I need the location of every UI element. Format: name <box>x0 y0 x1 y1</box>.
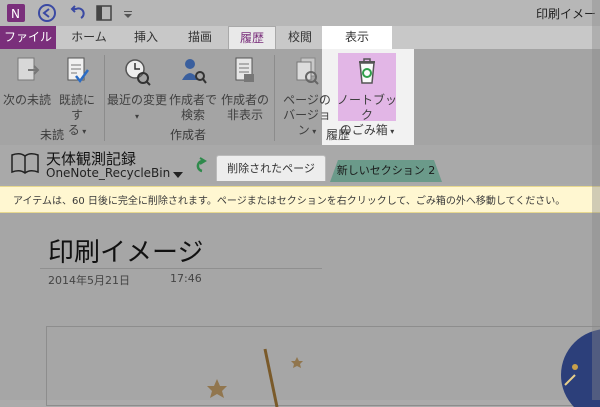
quick-access-dropdown-icon[interactable] <box>123 4 133 23</box>
page-versions-label-2: バージョン <box>283 108 331 137</box>
group-separator <box>274 55 275 141</box>
recent-changes-button[interactable]: 最近の変更 ▾ <box>106 56 168 124</box>
section-tab-deleted-pages[interactable]: 削除されたページ <box>216 155 326 181</box>
mark-as-read-label-1: 既読にす <box>58 93 95 122</box>
onenote-logo-icon: N <box>6 3 26 27</box>
hide-authors-button[interactable]: 作成者の 非表示 <box>218 56 272 123</box>
next-unread-button[interactable]: 次の未読 <box>2 56 52 108</box>
page-date: 2014年5月21日 <box>48 274 130 287</box>
next-unread-icon <box>2 56 52 90</box>
tab-insert[interactable]: 挿入 <box>120 26 172 49</box>
page-versions-icon <box>278 56 336 90</box>
embedded-image[interactable] <box>46 326 600 407</box>
group-unread-label: 未読 <box>40 128 65 142</box>
notebook-recycle-label-1: ノートブック <box>336 93 397 122</box>
group-author-label: 作成者 <box>170 128 207 142</box>
ribbon-tabs: ファイル ホーム 挿入 描画 履歴 校閲 表示 <box>0 26 600 49</box>
mark-as-read-icon <box>54 56 100 90</box>
title-divider <box>40 268 322 269</box>
section-tab-new-section-2[interactable]: 新しいセクション 2 <box>330 160 442 182</box>
page-title[interactable]: 印刷イメージ <box>48 232 203 269</box>
tab-review[interactable]: 校閲 <box>278 26 322 49</box>
next-unread-label: 次の未読 <box>2 93 51 107</box>
svg-text:N: N <box>11 7 20 21</box>
undo-icon[interactable] <box>66 3 86 27</box>
page-time: 17:46 <box>170 272 202 285</box>
tab-home[interactable]: ホーム <box>60 26 118 49</box>
window-edge <box>592 0 600 400</box>
notebook-book-icon <box>10 150 40 180</box>
dock-icon[interactable] <box>95 3 113 27</box>
find-by-author-label-1: 作成者で <box>168 93 217 107</box>
find-by-author-button[interactable]: 作成者で 検索 <box>168 56 218 123</box>
hide-authors-label-1: 作成者の <box>220 93 269 107</box>
illustration-star-large <box>207 379 227 398</box>
notebook-location: OneNote_RecycleBin <box>46 166 171 180</box>
info-bar-message: アイテムは、60 日後に完全に削除されます。ページまたはセクションを右クリックし… <box>13 196 566 207</box>
hide-authors-label-2: 非表示 <box>226 108 263 122</box>
find-by-author-icon <box>168 56 218 90</box>
tab-draw[interactable]: 描画 <box>174 26 226 49</box>
title-bar: N 印刷イメー <box>0 0 600 26</box>
recent-changes-icon <box>106 56 168 90</box>
recent-changes-label: 最近の変更 <box>106 93 167 107</box>
illustration-wand <box>263 348 279 407</box>
back-icon[interactable] <box>37 3 57 27</box>
group-separator <box>104 55 105 141</box>
group-history-label: 履歴 <box>326 128 351 142</box>
find-by-author-label-2: 検索 <box>180 108 205 122</box>
recycle-bin-icon <box>336 56 398 90</box>
illustration-star-small <box>291 357 303 368</box>
page-versions-label-1: ページの <box>283 93 331 107</box>
mark-as-read-label-2: る <box>67 123 80 137</box>
tab-view[interactable]: 表示 <box>322 26 392 49</box>
app-title: 印刷イメー <box>535 7 596 21</box>
hide-authors-icon <box>218 56 272 90</box>
tab-file[interactable]: ファイル <box>0 26 56 49</box>
notebook-dropdown-icon[interactable] <box>172 165 184 184</box>
tab-history[interactable]: 履歴 <box>228 26 276 49</box>
sync-icon[interactable] <box>192 156 208 180</box>
